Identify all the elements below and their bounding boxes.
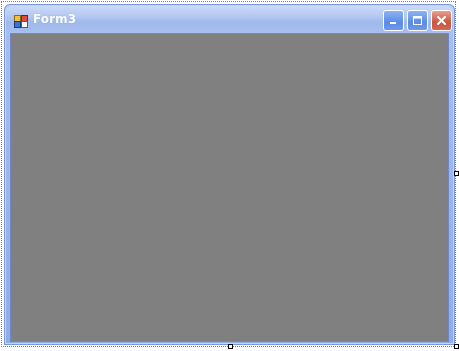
- close-button[interactable]: [431, 10, 452, 31]
- window-title: Form3: [33, 12, 77, 26]
- minimize-button[interactable]: [383, 10, 404, 31]
- form-client-area[interactable]: [10, 33, 449, 342]
- resize-handle-bottom[interactable]: [228, 344, 233, 349]
- maximize-button[interactable]: [407, 10, 428, 31]
- maximize-icon: [412, 11, 423, 30]
- form-app-icon: [14, 13, 28, 28]
- resize-handle-corner[interactable]: [454, 344, 459, 349]
- resize-handle-right[interactable]: [454, 171, 459, 176]
- minimize-icon: [388, 11, 399, 30]
- form-window[interactable]: Form3: [4, 4, 455, 345]
- title-bar[interactable]: Form3: [6, 6, 453, 33]
- close-icon: [436, 11, 447, 30]
